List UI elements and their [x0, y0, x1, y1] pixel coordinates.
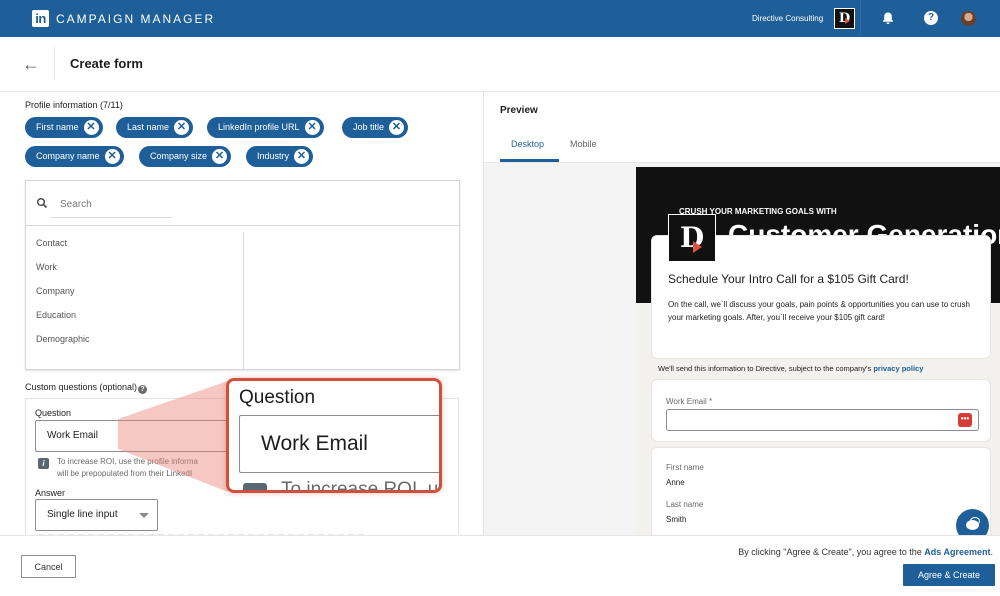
answer-type-select[interactable]: Single line input: [35, 499, 158, 531]
custom-questions-heading: Custom questions (optional)?: [25, 382, 148, 394]
play-triangle-icon: [693, 241, 702, 253]
info-text: To increase ROI, use the profile informa…: [57, 456, 237, 480]
chip-label: Company name: [36, 151, 100, 161]
profile-info-label: Profile information (7/11): [25, 100, 123, 110]
answer-label: Answer: [35, 488, 66, 498]
work-email-label: Work Email *: [666, 397, 713, 406]
chip-last-name[interactable]: Last name ✕: [116, 117, 194, 138]
cancel-button[interactable]: Cancel: [21, 555, 76, 578]
chat-button[interactable]: [956, 509, 989, 535]
callout-question-label: Question: [239, 387, 316, 408]
prefilled-fields-card: First name Anne Last name Smith: [651, 447, 991, 535]
agree-and-create-button[interactable]: Agree & Create: [903, 564, 995, 586]
remove-icon[interactable]: ✕: [389, 120, 405, 135]
tab-desktop[interactable]: Desktop: [511, 139, 544, 149]
category-contact[interactable]: Contact: [36, 238, 67, 248]
chip-job-title[interactable]: Job title ✕: [342, 117, 409, 138]
chip-industry[interactable]: Industry ✕: [246, 146, 314, 167]
question-value: Work Email: [47, 430, 98, 441]
remove-icon[interactable]: ✕: [294, 149, 310, 164]
help-icon[interactable]: ?: [924, 11, 938, 25]
category-education[interactable]: Education: [36, 310, 76, 320]
chevron-down-icon: [139, 513, 149, 518]
bell-icon[interactable]: [881, 11, 895, 25]
picker-search-bar: [26, 181, 459, 226]
first-name-label: First name: [666, 463, 704, 472]
work-email-input[interactable]: •••: [666, 409, 979, 431]
chip-label: First name: [36, 122, 79, 132]
legal-suffix: .: [990, 547, 993, 557]
chip-label: Job title: [353, 122, 385, 132]
avatar[interactable]: [961, 11, 976, 26]
preview-stage: CRUSH YOUR MARKETING GOALS WITH Customer…: [484, 162, 1000, 535]
password-manager-icon[interactable]: •••: [958, 413, 972, 427]
callout-question-input: Work Email: [239, 415, 439, 473]
nav-divider: [860, 0, 861, 37]
search-icon: [37, 198, 48, 209]
brand-logo: D: [668, 214, 716, 262]
page-title: Create form: [70, 56, 143, 71]
chip-company-name[interactable]: Company name ✕: [25, 146, 124, 167]
answer-type-value: Single line input: [47, 509, 118, 520]
chip-label: Industry: [257, 151, 290, 161]
chip-linkedin-profile-url[interactable]: LinkedIn profile URL ✕: [207, 117, 324, 138]
custom-questions-label: Custom questions (optional): [25, 382, 138, 392]
first-name-value[interactable]: Anne: [666, 478, 685, 487]
remove-icon[interactable]: ✕: [304, 120, 320, 135]
privacy-notice: We'll send this information to Directive…: [658, 364, 923, 373]
play-triangle-icon: [845, 18, 850, 24]
legal-notice: By clicking "Agree & Create", you agree …: [738, 547, 993, 557]
intro-body: On the call, we`ll discuss your goals, p…: [668, 300, 970, 322]
top-nav: in CAMPAIGN MANAGER Directive Consulting…: [0, 0, 1000, 37]
last-name-value[interactable]: Smith: [666, 515, 686, 524]
remove-icon[interactable]: ✕: [104, 149, 120, 164]
category-company[interactable]: Company: [36, 286, 75, 296]
category-work[interactable]: Work: [36, 262, 57, 272]
last-name-label: Last name: [666, 500, 704, 509]
help-icon[interactable]: ?: [138, 385, 148, 394]
page-header: ← Create form: [0, 37, 1000, 92]
info-text-line-2: will be prepopulated from their LinkedI: [57, 469, 193, 478]
account-name[interactable]: Directive Consulting: [752, 14, 823, 23]
picker-column-divider: [243, 232, 244, 370]
footer-bar: Cancel By clicking "Agree & Create", you…: [0, 535, 1000, 596]
intro-title: Schedule Your Intro Call for a $105 Gift…: [668, 272, 909, 286]
privacy-text: We'll send this information to Directive…: [658, 364, 872, 373]
chip-first-name[interactable]: First name ✕: [25, 117, 103, 138]
form-editor-panel: Profile information (7/11) First name ✕ L…: [0, 92, 483, 535]
chat-bubble-icon: [966, 520, 979, 530]
tab-mobile[interactable]: Mobile: [570, 139, 597, 149]
privacy-policy-link[interactable]: privacy policy: [873, 364, 923, 373]
remove-icon[interactable]: ✕: [83, 120, 99, 135]
header-divider: [54, 47, 55, 79]
info-icon: i: [38, 458, 49, 469]
preview-panel: Preview Desktop Mobile CRUSH YOUR MARKET…: [484, 92, 1000, 535]
chip-label: LinkedIn profile URL: [218, 122, 300, 132]
ads-agreement-link[interactable]: Ads Agreement: [924, 547, 990, 557]
back-arrow-icon[interactable]: ←: [22, 52, 42, 76]
callout-info-icon: [243, 483, 267, 490]
question-label: Question: [35, 408, 72, 418]
account-logo[interactable]: D: [834, 8, 855, 29]
zoom-callout: Question Work Email To increase ROI, us: [226, 378, 442, 493]
remove-icon[interactable]: ✕: [212, 149, 228, 164]
preview-title: Preview: [500, 105, 538, 116]
chip-label: Last name: [127, 122, 170, 132]
category-demographic[interactable]: Demographic: [36, 334, 90, 344]
lead-form-preview: CRUSH YOUR MARKETING GOALS WITH Customer…: [636, 167, 1000, 535]
app-name[interactable]: CAMPAIGN MANAGER: [56, 12, 215, 26]
chip-company-size[interactable]: Company size ✕: [139, 146, 232, 167]
legal-text: By clicking "Agree & Create", you agree …: [738, 547, 922, 557]
email-card: Work Email * •••: [651, 379, 991, 442]
remove-icon[interactable]: ✕: [174, 120, 190, 135]
linkedin-logo-icon[interactable]: in: [32, 10, 49, 27]
search-input[interactable]: [50, 191, 172, 218]
chip-label: Company size: [150, 151, 208, 161]
profile-field-picker: Contact Work Company Education Demograph…: [25, 180, 460, 370]
callout-info-text: To increase ROI, us: [281, 479, 442, 493]
info-text-line-1: To increase ROI, use the profile informa: [57, 457, 198, 466]
